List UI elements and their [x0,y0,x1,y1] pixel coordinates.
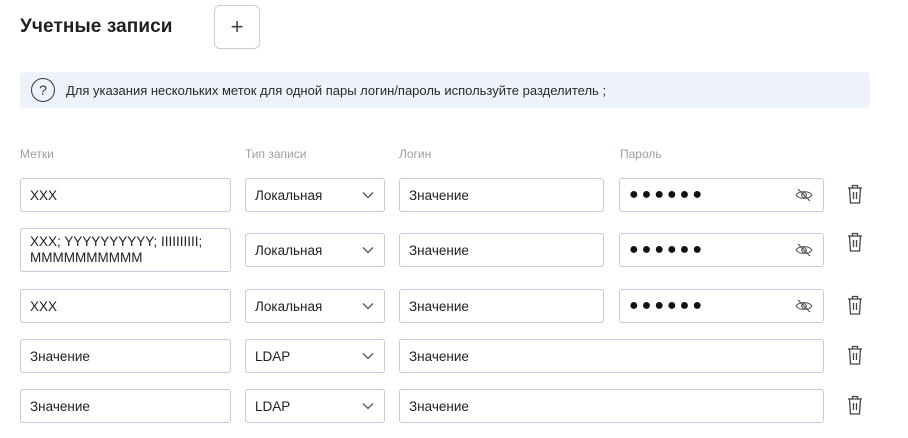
add-account-button[interactable]: + [214,5,260,49]
tags-input[interactable]: Значение [20,339,231,373]
info-banner: ? Для указания нескольких меток для одно… [20,72,870,108]
login-input[interactable]: Значение [399,339,824,373]
chevron-down-icon [362,191,376,199]
column-header-tags: Метки [20,147,54,161]
tags-input[interactable]: Значение [20,389,231,423]
account-type-value: Локальная [255,242,323,258]
account-type-select[interactable]: Локальная [245,233,385,267]
page-header: Учетные записи [20,5,173,49]
chevron-down-icon [362,352,376,360]
tags-input[interactable]: XXX [20,178,231,212]
eye-off-icon[interactable] [795,188,813,202]
account-type-select[interactable]: LDAP [245,389,385,423]
plus-icon: + [230,14,244,39]
page-title: Учетные записи [20,16,173,37]
chevron-down-icon [362,402,376,410]
column-header-type: Тип записи [245,147,307,161]
info-text: Для указания нескольких меток для одной … [66,82,607,98]
column-header-password: Пароль [620,147,662,161]
password-value: ●●●●●● [629,186,705,203]
account-type-value: Локальная [255,298,323,314]
tags-input[interactable]: XXX; YYYYYYYYYY; IIIIIIIIII; MMMMMMMMMM [20,228,231,272]
account-type-select[interactable]: Локальная [245,289,385,323]
trash-icon[interactable] [846,183,864,205]
eye-off-icon[interactable] [795,243,813,257]
trash-icon[interactable] [846,394,864,416]
password-value: ●●●●●● [629,297,705,314]
column-header-login: Логин [399,147,432,161]
account-type-select[interactable]: Локальная [245,178,385,212]
password-input[interactable]: ●●●●●● [619,233,824,267]
trash-icon[interactable] [846,294,864,316]
tags-input[interactable]: XXX [20,289,231,323]
chevron-down-icon [362,302,376,310]
login-input[interactable]: Значение [399,389,824,423]
password-value: ●●●●●● [629,241,705,258]
login-input[interactable]: Значение [399,178,604,212]
account-type-value: LDAP [255,348,291,364]
login-input[interactable]: Значение [399,289,604,323]
password-input[interactable]: ●●●●●● [619,178,824,212]
password-input[interactable]: ●●●●●● [619,289,824,323]
account-type-select[interactable]: LDAP [245,339,385,373]
eye-off-icon[interactable] [795,299,813,313]
trash-icon[interactable] [846,231,864,253]
login-input[interactable]: Значение [399,233,604,267]
chevron-down-icon [362,246,376,254]
account-type-value: Локальная [255,187,323,203]
question-circle-icon: ? [31,78,55,102]
account-type-value: LDAP [255,398,291,414]
trash-icon[interactable] [846,344,864,366]
